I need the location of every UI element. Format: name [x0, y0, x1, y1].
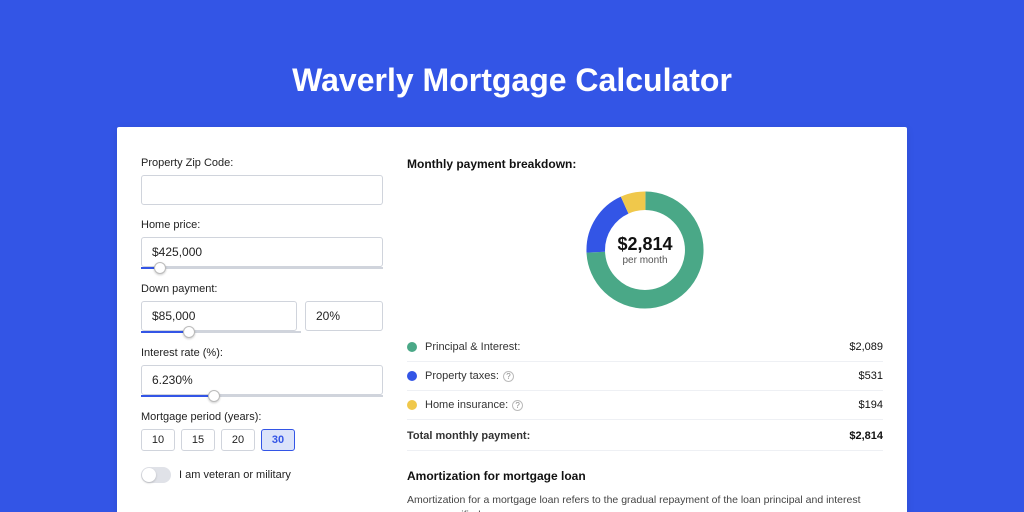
period-options: 10 15 20 30 [141, 429, 383, 451]
legend-label-insurance-text: Home insurance: [425, 399, 508, 411]
home-price-field: Home price: [141, 219, 383, 269]
period-btn-20[interactable]: 20 [221, 429, 255, 451]
legend-value-principal: $2,089 [849, 341, 883, 353]
page-title: Waverly Mortgage Calculator [0, 0, 1024, 127]
legend-row-taxes: Property taxes: ? $531 [407, 362, 883, 391]
zip-label: Property Zip Code: [141, 157, 383, 169]
legend-value-insurance: $194 [859, 399, 883, 411]
veteran-toggle[interactable] [141, 467, 171, 483]
donut-chart-wrap: $2,814 per month [407, 185, 883, 315]
interest-slider-fill [141, 395, 214, 397]
down-payment-input[interactable] [141, 301, 297, 331]
home-price-slider[interactable] [141, 267, 383, 269]
amortization-section: Amortization for mortgage loan Amortizat… [407, 469, 883, 512]
info-icon[interactable]: ? [503, 371, 514, 382]
home-price-label: Home price: [141, 219, 383, 231]
legend-row-insurance: Home insurance: ? $194 [407, 391, 883, 420]
zip-input[interactable] [141, 175, 383, 205]
legend-row-principal: Principal & Interest: $2,089 [407, 333, 883, 362]
amortization-body: Amortization for a mortgage loan refers … [407, 493, 883, 512]
veteran-row: I am veteran or military [141, 467, 383, 483]
legend-dot-insurance [407, 400, 417, 410]
donut-sub: per month [617, 255, 672, 266]
down-payment-field: Down payment: [141, 283, 383, 333]
period-btn-15[interactable]: 15 [181, 429, 215, 451]
info-icon[interactable]: ? [512, 400, 523, 411]
down-payment-pct-input[interactable] [305, 301, 383, 331]
period-label: Mortgage period (years): [141, 411, 383, 423]
donut-chart: $2,814 per month [580, 185, 710, 315]
legend-value-total: $2,814 [849, 430, 883, 442]
interest-label: Interest rate (%): [141, 347, 383, 359]
calculator-card: Property Zip Code: Home price: Down paym… [117, 127, 907, 512]
donut-center: $2,814 per month [617, 234, 672, 266]
period-field: Mortgage period (years): 10 15 20 30 [141, 411, 383, 451]
interest-field: Interest rate (%): [141, 347, 383, 397]
period-btn-30[interactable]: 30 [261, 429, 295, 451]
down-payment-slider[interactable] [141, 331, 301, 333]
veteran-label: I am veteran or military [179, 469, 291, 481]
veteran-toggle-knob [142, 468, 156, 482]
interest-slider-thumb[interactable] [208, 390, 220, 402]
inputs-column: Property Zip Code: Home price: Down paym… [141, 157, 383, 512]
legend-label-taxes-text: Property taxes: [425, 370, 499, 382]
legend-label-principal: Principal & Interest: [425, 341, 849, 353]
legend-label-taxes: Property taxes: ? [425, 370, 859, 382]
down-payment-label: Down payment: [141, 283, 383, 295]
legend-value-taxes: $531 [859, 370, 883, 382]
donut-amount: $2,814 [617, 234, 672, 255]
interest-input[interactable] [141, 365, 383, 395]
legend-dot-principal [407, 342, 417, 352]
down-payment-slider-fill [141, 331, 189, 333]
breakdown-column: Monthly payment breakdown: $2,814 per mo… [407, 157, 883, 512]
home-price-input[interactable] [141, 237, 383, 267]
interest-slider[interactable] [141, 395, 383, 397]
period-btn-10[interactable]: 10 [141, 429, 175, 451]
legend-label-insurance: Home insurance: ? [425, 399, 859, 411]
legend-row-total: Total monthly payment: $2,814 [407, 420, 883, 451]
amortization-title: Amortization for mortgage loan [407, 469, 883, 483]
breakdown-title: Monthly payment breakdown: [407, 157, 883, 171]
home-price-slider-thumb[interactable] [154, 262, 166, 274]
down-payment-slider-thumb[interactable] [183, 326, 195, 338]
legend-dot-taxes [407, 371, 417, 381]
legend-label-total: Total monthly payment: [407, 430, 849, 442]
zip-field: Property Zip Code: [141, 157, 383, 205]
